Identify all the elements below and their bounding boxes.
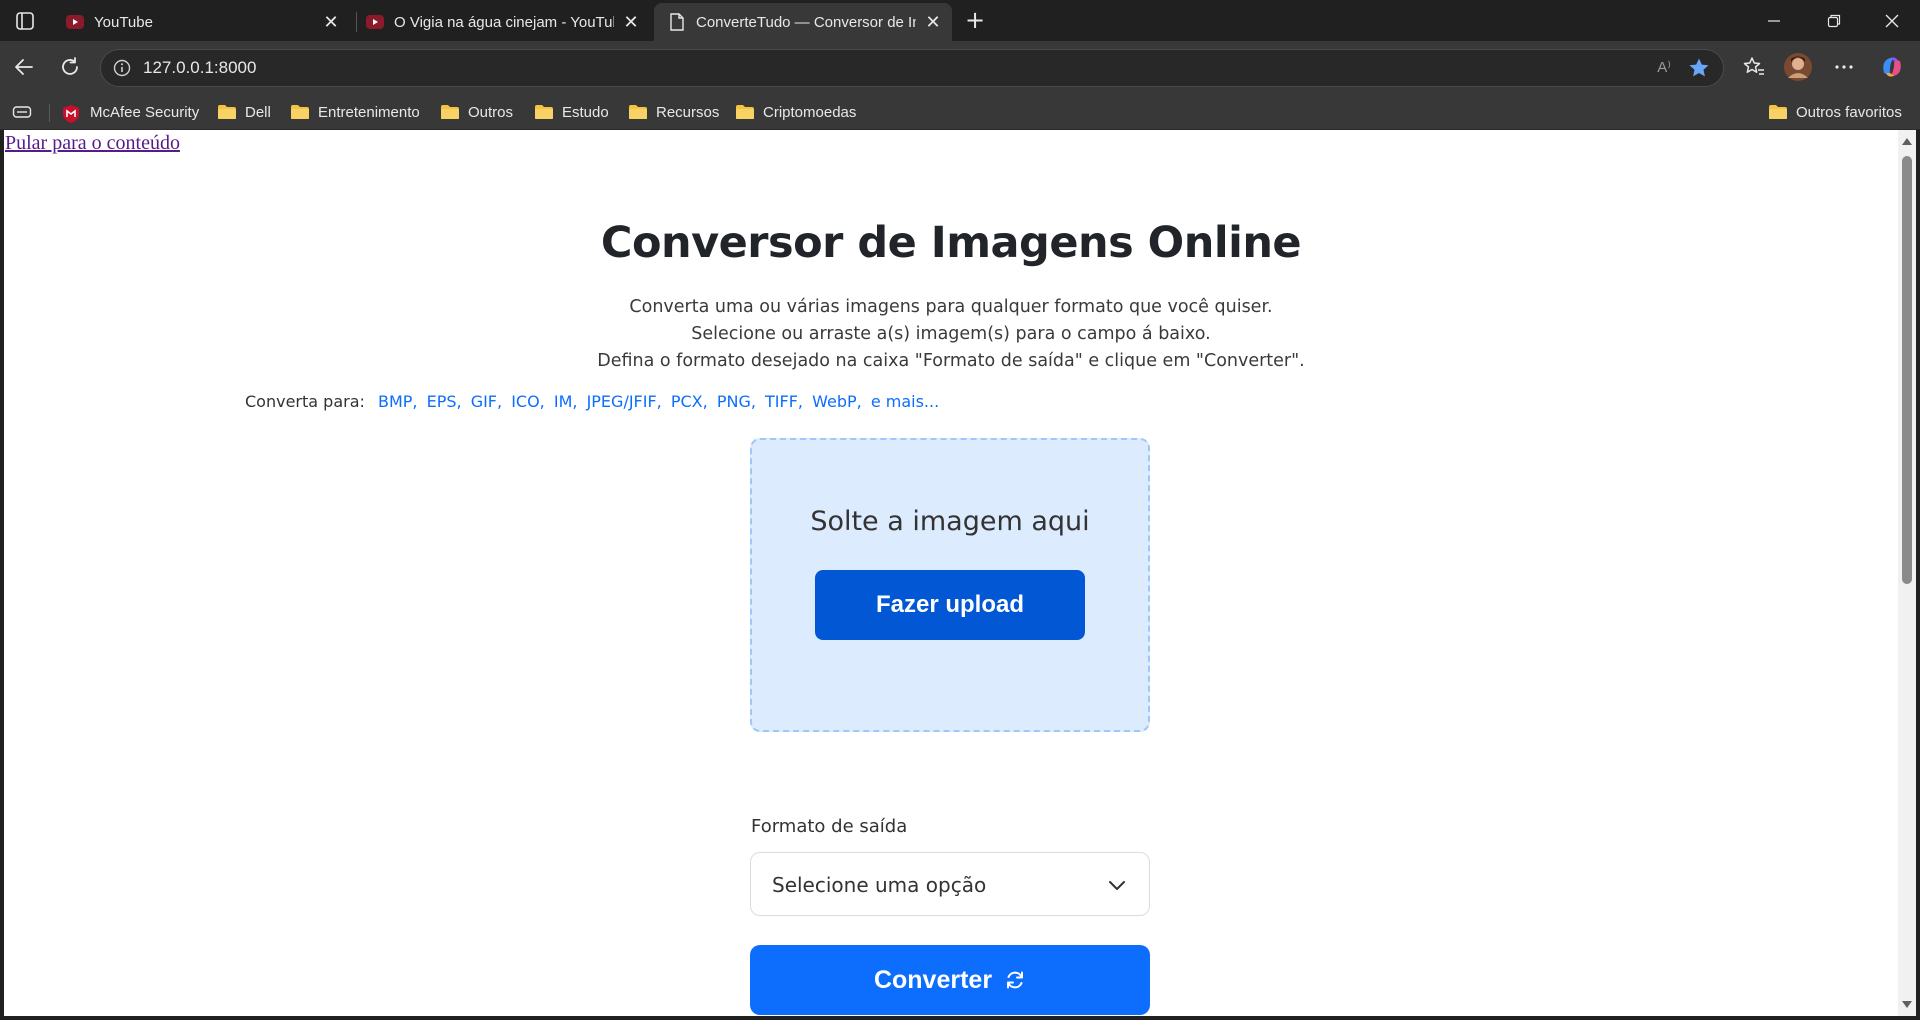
bookmark-outros[interactable]: Outros — [440, 101, 513, 123]
format-link-jpeg[interactable]: JPEG/JFIF, — [587, 392, 662, 411]
folder-icon — [217, 104, 237, 120]
format-link-pcx[interactable]: PCX, — [671, 392, 708, 411]
intro-line: Selecione ou arraste a(s) imagem(s) para… — [691, 324, 1211, 344]
bookmark-label: Entretenimento — [318, 103, 420, 121]
convert-to-label: Converta para: — [245, 392, 365, 411]
new-tab-button[interactable]: + — [962, 7, 988, 33]
bookmark-label: Estudo — [562, 103, 609, 121]
bookmark-label: McAfee Security — [90, 103, 200, 121]
convert-button[interactable]: Converter — [750, 945, 1150, 1015]
output-format-select[interactable]: Selecione uma opção — [750, 852, 1150, 916]
address-bar[interactable]: 127.0.0.1:8000 A⁾ — [100, 49, 1724, 87]
select-value: Selecione uma opção — [772, 873, 987, 897]
bookmark-label: Outros favoritos — [1796, 103, 1902, 121]
page-scrollbar[interactable] — [1898, 130, 1916, 1016]
format-link-im[interactable]: IM, — [554, 392, 578, 411]
more-icon[interactable] — [1828, 51, 1860, 83]
reload-button[interactable] — [54, 51, 86, 83]
browser-toolbar: 127.0.0.1:8000 A⁾ — [0, 41, 1920, 94]
tab-vigia[interactable]: O Vigia na água cinejam - YouTube ✕ — [352, 3, 650, 41]
minimize-button[interactable] — [1746, 0, 1802, 41]
tab-youtube[interactable]: YouTube ✕ — [52, 3, 350, 41]
url-text: 127.0.0.1:8000 — [143, 58, 257, 77]
format-link-png[interactable]: PNG, — [717, 392, 756, 411]
scroll-down-icon[interactable] — [1902, 1001, 1912, 1008]
format-link-gif[interactable]: GIF, — [471, 392, 502, 411]
format-links: Converta para: BMP, EPS, GIF, ICO, IM, J… — [245, 392, 943, 411]
bookmarks-divider — [49, 104, 50, 122]
folder-icon — [290, 104, 310, 120]
folder-icon — [534, 104, 554, 120]
copilot-icon[interactable] — [1876, 51, 1908, 83]
output-format-label: Formato de saída — [751, 816, 908, 837]
scrollbar-thumb[interactable] — [1902, 156, 1912, 584]
format-link-tiff[interactable]: TIFF, — [765, 392, 803, 411]
scroll-up-icon[interactable] — [1902, 138, 1912, 145]
bookmark-label: Criptomoedas — [763, 103, 857, 121]
page-icon — [668, 13, 686, 31]
intro-line: Converta uma ou várias imagens para qual… — [629, 297, 1273, 317]
profile-avatar[interactable] — [1782, 51, 1814, 83]
chevron-down-icon — [1107, 875, 1127, 895]
tab-strip: YouTube ✕ O Vigia na água cinejam - YouT… — [0, 0, 1920, 41]
close-window-button[interactable] — [1864, 0, 1920, 41]
format-link-more[interactable]: e mais... — [871, 392, 939, 411]
dropzone-text: Solte a imagem aqui — [810, 506, 1090, 537]
bookmark-recursos[interactable]: Recursos — [628, 101, 719, 123]
page-viewport: Pular para o conteúdo Conversor de Image… — [4, 130, 1898, 1016]
convert-button-label: Converter — [873, 965, 993, 994]
refresh-icon — [1004, 969, 1026, 991]
youtube-icon — [366, 13, 384, 31]
tab-title: ConverteTudo — Conversor de Imagens — [696, 13, 916, 31]
skip-to-content-link[interactable]: Pular para o conteúdo — [5, 132, 180, 155]
bookmark-dell[interactable]: Dell — [217, 101, 271, 123]
bookmarks-bar: McAfee Security Dell Entretenimento Outr… — [0, 94, 1920, 130]
read-aloud-icon[interactable]: A⁾ — [1657, 58, 1671, 76]
format-link-bmp[interactable]: BMP, — [378, 392, 418, 411]
favorites-icon[interactable] — [1738, 51, 1770, 83]
bookmark-entretenimento[interactable]: Entretenimento — [290, 101, 420, 123]
tab-actions-icon[interactable] — [14, 10, 36, 32]
upload-button[interactable]: Fazer upload — [815, 570, 1085, 640]
tab-convertetudo[interactable]: ConverteTudo — Conversor de Imagens ✕ — [654, 3, 952, 41]
format-link-ico[interactable]: ICO, — [511, 392, 545, 411]
window-bottom-border — [0, 1016, 1920, 1020]
bookmark-outros-favoritos[interactable]: Outros favoritos — [1768, 101, 1902, 123]
image-dropzone[interactable]: Solte a imagem aqui Fazer upload — [750, 438, 1150, 732]
tab-title: YouTube — [94, 13, 153, 31]
bookmark-criptomoedas[interactable]: Criptomoedas — [735, 101, 856, 123]
mcafee-icon — [62, 104, 82, 123]
close-icon[interactable]: ✕ — [322, 12, 340, 32]
back-button[interactable] — [8, 51, 40, 83]
folder-icon — [440, 104, 460, 120]
youtube-icon — [66, 13, 84, 31]
bookmark-label: Outros — [468, 103, 514, 121]
info-icon[interactable] — [113, 59, 131, 77]
format-link-webp[interactable]: WebP, — [812, 392, 862, 411]
close-icon[interactable]: ✕ — [622, 12, 640, 32]
close-icon[interactable]: ✕ — [924, 12, 942, 32]
bookmark-estudo[interactable]: Estudo — [534, 101, 609, 123]
tab-title: O Vigia na água cinejam - YouTube — [394, 13, 614, 31]
bookmark-mcafee[interactable]: McAfee Security — [62, 101, 199, 123]
folder-icon — [1768, 104, 1788, 120]
bookmark-label: Dell — [245, 103, 271, 121]
star-icon[interactable] — [1687, 56, 1711, 80]
page-title: Conversor de Imagens Online — [600, 218, 1302, 268]
intro-line: Defina o formato desejado na caixa "Form… — [597, 351, 1305, 371]
intro-text: Converta uma ou várias imagens para qual… — [4, 294, 1898, 375]
reading-list-icon[interactable] — [12, 101, 32, 123]
bookmark-label: Recursos — [656, 103, 720, 121]
folder-icon — [628, 104, 648, 120]
restore-button[interactable] — [1806, 0, 1862, 41]
format-link-eps[interactable]: EPS, — [427, 392, 462, 411]
folder-icon — [735, 104, 755, 120]
